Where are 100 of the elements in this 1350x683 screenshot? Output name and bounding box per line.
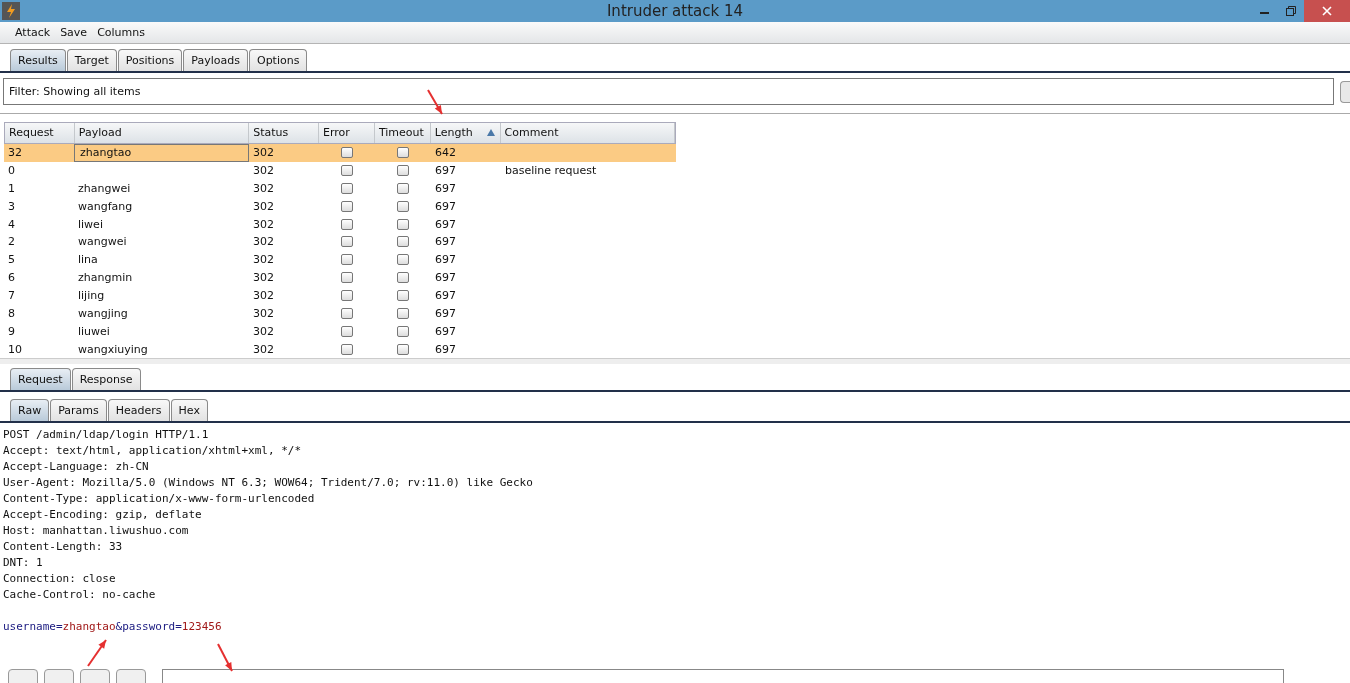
request-line: Content-Type: application/x-www-form-urlencoded — [3, 491, 316, 507]
table-cell-text: 1 — [7, 180, 16, 197]
table-cell-text: 9 — [7, 323, 16, 340]
checkbox[interactable] — [397, 325, 409, 337]
checkbox[interactable] — [397, 147, 409, 159]
checkbox[interactable] — [397, 290, 409, 301]
table-cell: zhangtao — [74, 143, 249, 162]
table-cell-text: 302 — [252, 270, 275, 287]
toolbar-button[interactable] — [116, 669, 146, 683]
table-cell-text: 302 — [252, 198, 275, 215]
checkbox[interactable] — [341, 343, 353, 355]
column-header[interactable]: Comment — [500, 123, 675, 143]
close-button[interactable] — [1304, 0, 1350, 22]
checkbox[interactable] — [397, 182, 409, 194]
lightning-logo-icon — [2, 2, 20, 20]
table-cell-text: 3 — [7, 198, 16, 215]
request-line: Cache-Control: no-cache — [3, 587, 157, 603]
request-line: Accept: text/html, application/xhtml+xml, */* — [3, 443, 302, 459]
column-header[interactable]: Timeout — [374, 123, 431, 143]
table-cell-text: 697 — [434, 305, 457, 322]
tab[interactable]: Options — [248, 49, 308, 71]
help-button[interactable] — [1340, 80, 1350, 103]
column-header[interactable]: Request — [5, 123, 75, 143]
checkbox[interactable] — [341, 307, 353, 319]
toolbar-button[interactable] — [80, 669, 110, 683]
table-cell-text: 32 — [7, 145, 23, 162]
checkbox[interactable] — [341, 236, 353, 248]
table-cell-text: 697 — [434, 180, 457, 197]
request-line: Connection: close — [3, 571, 117, 587]
checkbox[interactable] — [341, 290, 353, 301]
table-cell-text: wangxiuying — [77, 341, 149, 358]
checkbox[interactable] — [397, 254, 409, 266]
table-cell-text: 697 — [434, 341, 457, 358]
checkbox[interactable] — [341, 325, 353, 337]
tab[interactable]: Params — [50, 399, 107, 421]
tab[interactable]: Positions — [117, 49, 183, 71]
table-cell-text: 302 — [252, 323, 275, 340]
tab[interactable]: Results — [10, 49, 66, 71]
table-cell-text: 302 — [252, 341, 275, 358]
table-cell-text: wangfang — [77, 198, 134, 215]
menu-item[interactable]: Attack — [10, 26, 56, 39]
table-cell-text: lina — [77, 252, 99, 269]
table-cell-text: 5 — [7, 252, 16, 269]
checkbox[interactable] — [397, 272, 409, 284]
table-cell-text: 6 — [7, 270, 16, 287]
table-cell-text: 697 — [434, 252, 457, 269]
table-cell-text: 8 — [7, 305, 16, 322]
checkbox[interactable] — [341, 182, 353, 194]
table-cell-text: 302 — [252, 180, 275, 197]
table-cell-text: 7 — [7, 288, 16, 304]
table-cell-text: 642 — [434, 145, 457, 162]
menu-item[interactable]: Columns — [92, 26, 150, 39]
checkbox[interactable] — [397, 165, 409, 177]
tab[interactable]: Raw — [10, 399, 50, 421]
table-cell-text: 302 — [252, 216, 275, 233]
column-header[interactable]: Payload — [74, 123, 250, 143]
table-cell-text: wangjing — [77, 305, 129, 322]
tab[interactable]: Payloads — [183, 49, 248, 71]
table-cell-text: 302 — [252, 234, 275, 251]
request-body: username=zhangtao&password=123456 — [3, 619, 223, 635]
restore-icon — [1286, 6, 1296, 16]
table-cell-text: 302 — [252, 145, 275, 162]
tab[interactable]: Target — [66, 49, 117, 71]
menu-item[interactable]: Save — [55, 26, 93, 39]
table-cell-text: 302 — [252, 288, 275, 304]
request-line: Accept-Language: zh-CN — [3, 459, 150, 475]
checkbox[interactable] — [397, 236, 409, 248]
checkbox[interactable] — [397, 218, 409, 230]
table-cell-text: 302 — [252, 305, 275, 322]
table-cell-text: 697 — [434, 163, 457, 180]
table-cell-text: liuwei — [77, 323, 111, 340]
checkbox[interactable] — [341, 147, 353, 159]
toolbar-button[interactable] — [44, 669, 74, 683]
checkbox[interactable] — [397, 200, 409, 212]
tab[interactable]: Headers — [107, 399, 170, 421]
checkbox[interactable] — [341, 218, 353, 230]
request-line: Content-Length: 33 — [3, 539, 124, 555]
table-cell-text: 4 — [7, 216, 16, 233]
column-header[interactable]: Status — [249, 123, 320, 143]
column-header[interactable]: Error — [319, 123, 375, 143]
filter-bar[interactable]: Filter: Showing all items — [3, 78, 1334, 105]
checkbox[interactable] — [341, 254, 353, 266]
request-line: DNT: 1 — [3, 555, 44, 571]
checkbox[interactable] — [341, 165, 353, 177]
checkbox[interactable] — [397, 307, 409, 319]
table-cell-text: liwei — [77, 216, 104, 233]
checkbox[interactable] — [341, 272, 353, 284]
table-cell-text: wangwei — [77, 234, 128, 251]
help-button[interactable] — [8, 669, 38, 683]
checkbox[interactable] — [341, 200, 353, 212]
tab[interactable]: Hex — [170, 399, 208, 421]
table-cell-text: 302 — [252, 163, 275, 180]
tab[interactable]: Response — [71, 368, 141, 390]
column-header[interactable]: Length — [430, 123, 501, 143]
table-cell-text: 697 — [434, 198, 457, 215]
checkbox[interactable] — [397, 343, 409, 355]
table-cell-text: 697 — [434, 288, 457, 304]
window-title: Intruder attack 14 — [606, 2, 744, 20]
close-icon — [1322, 6, 1332, 16]
tab[interactable]: Request — [10, 368, 71, 390]
